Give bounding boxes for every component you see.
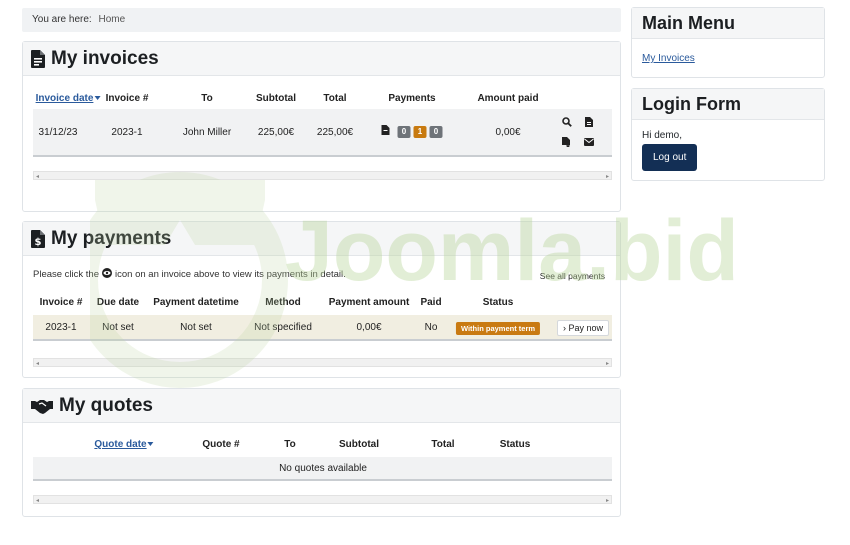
- payment-invoice-cell: 2023-1: [45, 322, 77, 333]
- payments-card-header: $ My payments: [23, 222, 620, 256]
- invoice-to-header: To: [201, 93, 213, 104]
- dollar-file-icon: $: [31, 229, 45, 248]
- no-quotes-message: No quotes available: [279, 463, 367, 474]
- quote-number-header: Quote #: [202, 439, 240, 450]
- invoices-card: My invoices Invoice date Invoice # To Su…: [22, 41, 621, 212]
- scroll-right-icon[interactable]: ▸: [606, 173, 609, 180]
- invoice-total-header: Total: [323, 93, 347, 104]
- pay-now-button[interactable]: › Pay now: [557, 320, 610, 336]
- payment-method-header: Method: [265, 297, 301, 308]
- quotes-card: My quotes Quote date Quote # To Subtotal…: [22, 388, 621, 517]
- payment-datetime-cell: Not set: [180, 322, 212, 333]
- caret-down-icon: [147, 442, 154, 447]
- chevron-right-icon: ›: [563, 323, 566, 333]
- scroll-left-icon[interactable]: ◂: [36, 360, 39, 367]
- invoice-download-icon[interactable]: [559, 134, 574, 149]
- invoices-card-header: My invoices: [23, 42, 620, 76]
- breadcrumb-prefix: You are here:: [32, 14, 92, 25]
- scroll-right-icon[interactable]: ▸: [606, 497, 609, 504]
- invoice-payments-cell: 0 1 0: [381, 125, 443, 138]
- menu-item-my-invoices[interactable]: My Invoices: [642, 53, 695, 64]
- view-invoice-search-icon[interactable]: [559, 114, 574, 129]
- horizontal-scrollbar[interactable]: ◂ ▸: [33, 358, 612, 367]
- payments-card: $ My payments Please click the icon on a…: [22, 221, 621, 378]
- payment-due-date-header: Due date: [96, 297, 140, 308]
- invoices-title: My invoices: [51, 47, 159, 69]
- table-row: 31/12/23 2023-1 John Miller 225,00€ 225,…: [33, 109, 612, 157]
- quote-to-header: To: [284, 439, 296, 450]
- payment-amount-header: Payment amount: [328, 297, 410, 308]
- invoice-number-header: Invoice #: [105, 93, 149, 104]
- breadcrumb-home-link[interactable]: Home: [98, 14, 125, 25]
- invoice-amount-paid-header: Amount paid: [477, 93, 539, 104]
- quote-date-sort-header[interactable]: Quote date: [94, 439, 154, 450]
- handshake-icon: [31, 398, 53, 414]
- see-all-payments-link[interactable]: See all payments: [540, 271, 605, 281]
- login-greeting: Hi demo,: [642, 130, 683, 141]
- invoice-subtotal-cell: 225,00€: [257, 127, 295, 138]
- payment-due-cell: Not set: [102, 322, 134, 333]
- quotes-title: My quotes: [59, 394, 153, 416]
- payments-hint: Please click the icon on an invoice abov…: [33, 268, 346, 281]
- login-form-module: Login Form Hi demo, Log out: [631, 88, 825, 181]
- payment-method-cell: Not specified: [254, 322, 312, 333]
- eye-icon: [102, 268, 113, 281]
- login-form-title: Login Form: [632, 89, 824, 120]
- invoice-date-sort-header[interactable]: Invoice date: [36, 93, 101, 104]
- scroll-right-icon[interactable]: ▸: [606, 360, 609, 367]
- quote-subtotal-header: Subtotal: [339, 439, 379, 450]
- invoice-doc-icon: [31, 49, 45, 68]
- svg-text:$: $: [35, 237, 42, 248]
- payments-title: My payments: [51, 227, 172, 249]
- file-icon[interactable]: [381, 125, 390, 138]
- payment-amount-cell: 0,00€: [356, 322, 382, 333]
- invoice-total-cell: 225,00€: [316, 127, 354, 138]
- payment-datetime-header: Payment datetime: [153, 297, 239, 308]
- invoice-date-cell: 31/12/23: [38, 127, 78, 138]
- payment-count-badge[interactable]: 1: [413, 125, 427, 138]
- table-row: No quotes available: [33, 457, 612, 481]
- payment-invoice-header: Invoice #: [39, 297, 83, 308]
- payment-paid-cell: No: [424, 322, 438, 333]
- logout-button[interactable]: Log out: [642, 144, 698, 171]
- payment-count-badge[interactable]: 0: [397, 125, 411, 138]
- main-menu-module: Main Menu My Invoices: [631, 7, 825, 78]
- quotes-card-header: My quotes: [23, 389, 620, 423]
- invoice-subtotal-header: Subtotal: [256, 93, 296, 104]
- scroll-left-icon[interactable]: ◂: [36, 173, 39, 180]
- main-menu-title: Main Menu: [632, 8, 824, 39]
- table-row: 2023-1 Not set Not set Not specified 0,0…: [33, 315, 612, 341]
- quote-status-header: Status: [499, 439, 531, 450]
- invoice-to-cell: John Miller: [182, 127, 232, 138]
- invoice-email-icon[interactable]: [581, 134, 596, 149]
- status-badge: Within payment term: [455, 322, 541, 335]
- horizontal-scrollbar[interactable]: ◂ ▸: [33, 171, 612, 180]
- caret-down-icon: [94, 96, 101, 101]
- invoice-number-cell: 2023-1: [111, 127, 143, 138]
- payment-paid-header: Paid: [420, 297, 442, 308]
- quote-total-header: Total: [431, 439, 455, 450]
- scroll-left-icon[interactable]: ◂: [36, 497, 39, 504]
- breadcrumb: You are here: Home: [22, 8, 621, 32]
- invoice-amount-paid-cell: 0,00€: [495, 127, 521, 138]
- horizontal-scrollbar[interactable]: ◂ ▸: [33, 495, 612, 504]
- payment-count-badge[interactable]: 0: [429, 125, 443, 138]
- payment-status-header: Status: [482, 297, 514, 308]
- invoice-payments-header: Payments: [388, 93, 436, 104]
- invoice-pdf-icon[interactable]: [581, 114, 596, 129]
